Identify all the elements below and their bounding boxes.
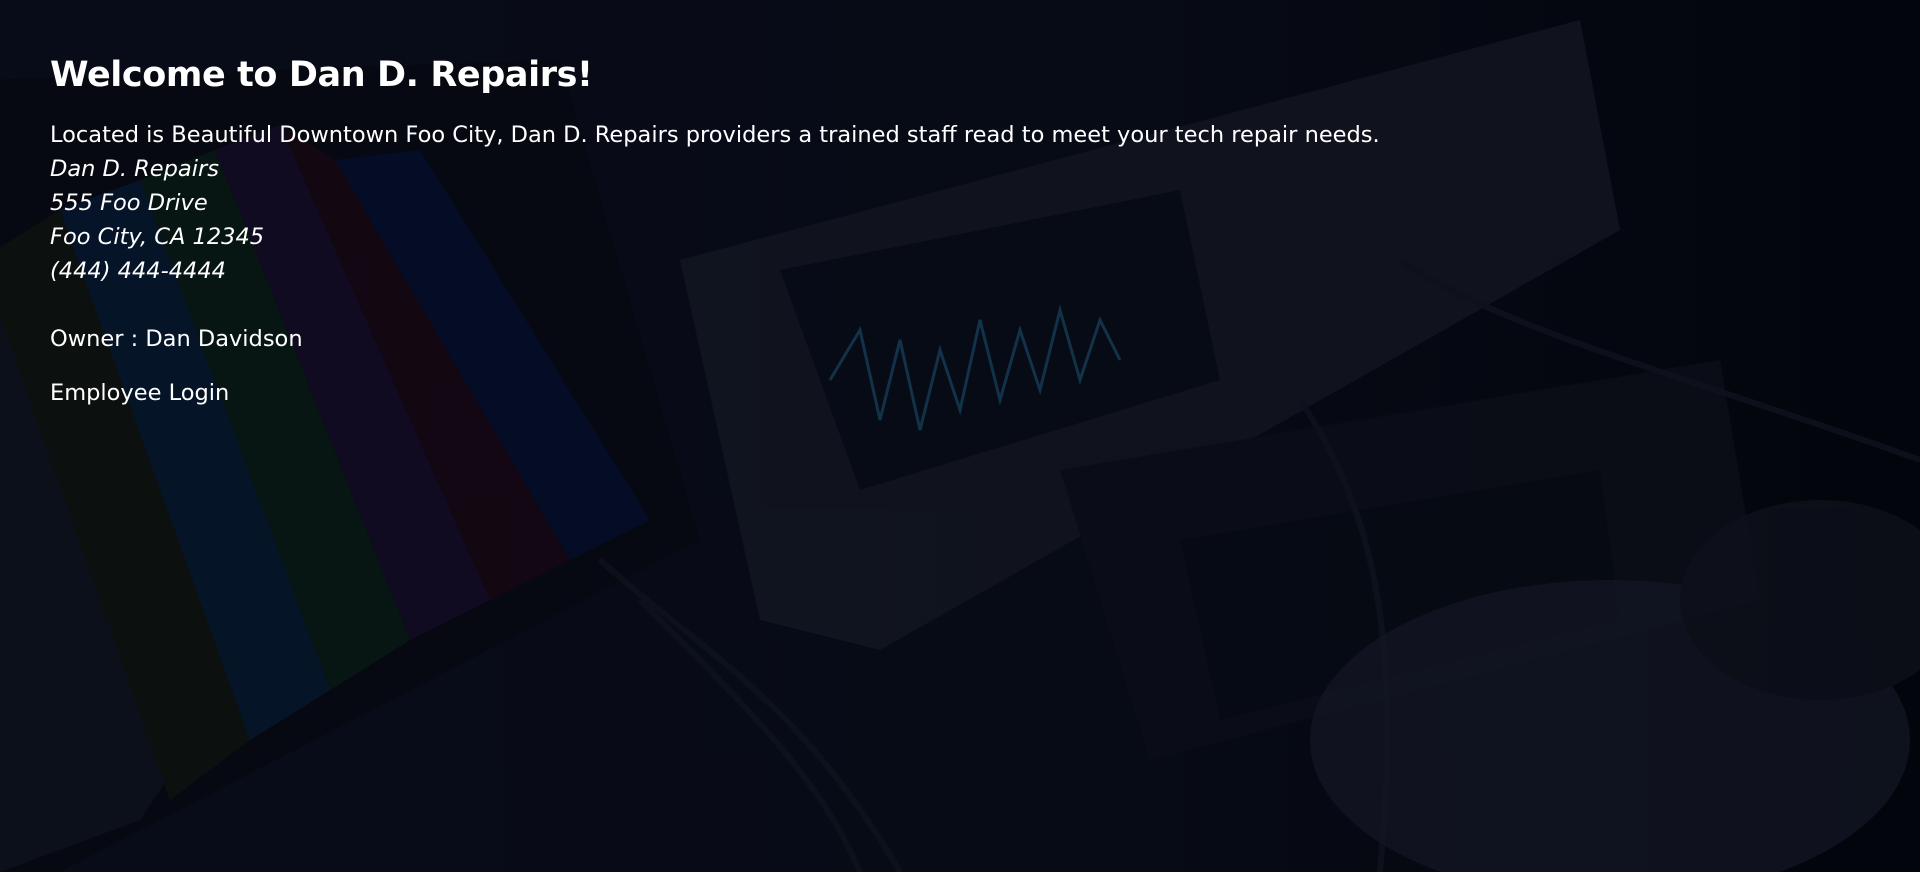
intro-text: Located is Beautiful Downtown Foo City, … xyxy=(50,122,1380,148)
street-address: 555 Foo Drive xyxy=(50,190,208,216)
employee-login-link[interactable]: Employee Login xyxy=(50,376,229,410)
business-name: Dan D. Repairs xyxy=(50,156,219,182)
page-title: Welcome to Dan D. Repairs! xyxy=(50,55,593,95)
phone-number: (444) 444-4444 xyxy=(50,258,226,284)
owner-text: Owner : Dan Davidson xyxy=(50,326,303,352)
business-address: Dan D. Repairs 555 Foo Drive Foo City, C… xyxy=(50,152,1550,288)
city-state-zip: Foo City, CA 12345 xyxy=(50,224,265,250)
main-content: Welcome to Dan D. Repairs! Located is Be… xyxy=(50,52,1550,410)
page: Welcome to Dan D. Repairs! Located is Be… xyxy=(0,0,1920,872)
